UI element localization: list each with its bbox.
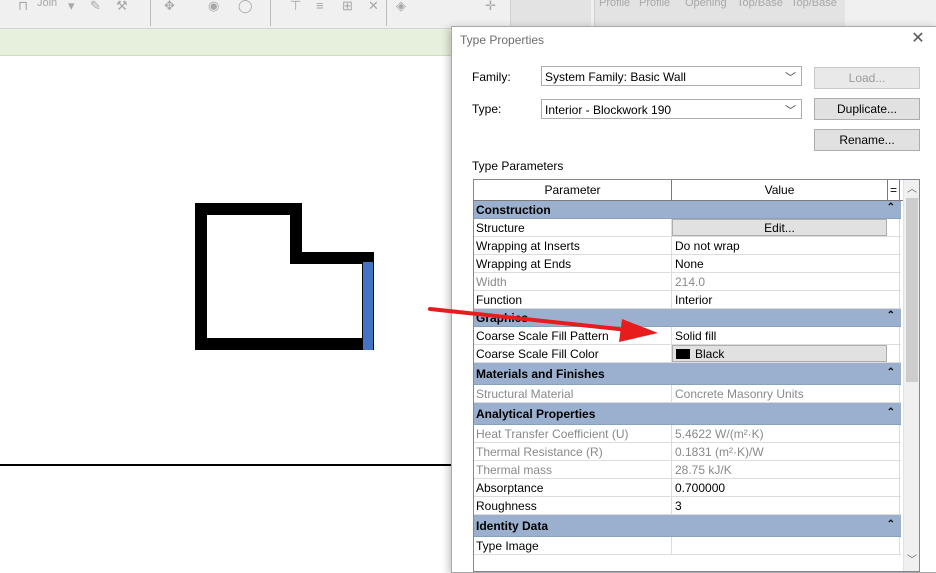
type-parameters-label: Type Parameters (472, 159, 564, 173)
table-row[interactable]: Absorptance 0.700000 (474, 479, 901, 497)
param-name: Heat Transfer Coefficient (U) (476, 427, 629, 441)
group-title: Materials and Finishes (476, 367, 605, 381)
param-name: Width (476, 275, 507, 289)
param-name: Coarse Scale Fill Pattern (476, 329, 609, 343)
type-value: Interior - Blockwork 190 (545, 103, 672, 117)
column-header-formula[interactable]: = (888, 180, 900, 200)
param-name: Wrapping at Inserts (476, 239, 580, 253)
dialog-title: Type Properties (460, 33, 545, 47)
param-name: Thermal Resistance (R) (476, 445, 603, 459)
column-header-parameter[interactable]: Parameter (474, 180, 672, 200)
group-header-identity[interactable]: Identity Data ⌃ (474, 515, 901, 537)
table-row: Thermal Resistance (R) 0.1831 (m²·K)/W (474, 443, 901, 461)
ribbon-panel-modes (510, 0, 591, 26)
duplicate-button[interactable]: Duplicate... (814, 98, 920, 120)
param-value: 5.4622 W/(m²·K) (675, 427, 764, 441)
table-row[interactable]: Roughness 3 (474, 497, 901, 515)
group-header-construction[interactable]: Construction ⌃ (474, 201, 901, 219)
table-row[interactable]: Coarse Scale Fill Pattern Solid fill (474, 327, 901, 345)
grid-scrollbar[interactable]: ︿ ﹀ (903, 180, 919, 571)
param-value[interactable]: Solid fill (675, 329, 716, 343)
profile-button-2[interactable]: Profile (639, 0, 670, 9)
table-row[interactable]: Wrapping at Ends None (474, 255, 901, 273)
scroll-thumb[interactable] (906, 198, 918, 382)
param-name: Structural Material (476, 387, 574, 401)
color-swatch (676, 349, 690, 359)
group-header-graphics[interactable]: Graphics ⌃ (474, 309, 901, 327)
table-row[interactable]: Type Image (474, 537, 901, 555)
fill-color-button[interactable]: Black (672, 345, 887, 362)
collapse-icon[interactable]: ⌃ (887, 310, 895, 321)
top-base-button-1[interactable]: Top/Base (737, 0, 783, 9)
param-value[interactable]: None (675, 257, 704, 271)
collapse-icon[interactable]: ⌃ (887, 407, 895, 418)
color-name: Black (695, 347, 725, 361)
group-header-materials[interactable]: Materials and Finishes ⌃ (474, 363, 901, 385)
column-header-value[interactable]: Value (672, 180, 888, 200)
table-row[interactable]: Function Interior (474, 291, 901, 309)
param-value: 28.75 kJ/K (675, 463, 732, 477)
table-row: Coarse Scale Fill Color Black (474, 345, 901, 363)
selected-wall[interactable] (363, 262, 373, 350)
group-title: Identity Data (476, 519, 549, 533)
table-row: Heat Transfer Coefficient (U) 5.4622 W/(… (474, 425, 901, 443)
param-value: 0.1831 (m²·K)/W (675, 445, 764, 459)
wall-plan-drawing[interactable] (0, 0, 460, 571)
edit-button-label: Edit... (764, 221, 795, 235)
collapse-icon[interactable]: ⌃ (887, 519, 895, 530)
table-row: Structure Edit... (474, 219, 901, 237)
param-name: Absorptance (476, 481, 544, 495)
param-value[interactable]: Interior (675, 293, 712, 307)
top-base-button-2[interactable]: Top/Base (791, 0, 837, 9)
chevron-down-icon: ﹀ (785, 72, 796, 84)
structure-edit-button[interactable]: Edit... (672, 219, 887, 236)
param-name: Wrapping at Ends (476, 257, 572, 271)
type-properties-dialog: Type Properties ✕ Family: System Family:… (451, 26, 936, 573)
family-dropdown[interactable]: System Family: Basic Wall ﹀ (541, 66, 802, 86)
collapse-icon[interactable]: ⌃ (887, 202, 895, 213)
param-value: Concrete Masonry Units (675, 387, 804, 401)
param-name: Thermal mass (476, 463, 553, 477)
grid-rows: Construction ⌃ Structure Edit... Wrappin… (474, 201, 901, 555)
group-header-analytical[interactable]: Analytical Properties ⌃ (474, 403, 901, 425)
group-title: Construction (476, 203, 551, 217)
table-row: Thermal mass 28.75 kJ/K (474, 461, 901, 479)
group-title: Analytical Properties (476, 407, 596, 421)
param-name: Coarse Scale Fill Color (476, 347, 599, 361)
table-row: Structural Material Concrete Masonry Uni… (474, 385, 901, 403)
rename-button[interactable]: Rename... (814, 129, 920, 151)
collapse-icon[interactable]: ⌃ (887, 367, 895, 378)
param-name: Type Image (476, 539, 539, 553)
table-row[interactable]: Wrapping at Inserts Do not wrap (474, 237, 901, 255)
profile-button-1[interactable]: Profile (599, 0, 630, 9)
family-label: Family: (472, 70, 511, 84)
wall-outline[interactable] (195, 203, 374, 350)
opening-button[interactable]: Opening (685, 0, 727, 9)
table-row: Width 214.0 (474, 273, 901, 291)
type-label: Type: (472, 102, 502, 116)
load-button[interactable]: Load... (814, 67, 920, 89)
family-value: System Family: Basic Wall (545, 70, 686, 84)
type-parameters-grid: Parameter Value = Construction ⌃ Structu… (473, 179, 920, 572)
param-value[interactable]: 0.700000 (675, 481, 725, 495)
chevron-down-icon: ﹀ (785, 105, 796, 117)
ribbon-panel-profile: Profile Profile Opening Top/Base Top/Bas… (594, 0, 845, 26)
param-name: Function (476, 293, 523, 307)
param-name: Structure (476, 221, 525, 235)
param-value: 214.0 (675, 275, 706, 289)
param-name: Roughness (476, 499, 537, 513)
param-value[interactable]: Do not wrap (675, 239, 740, 253)
group-title: Graphics (476, 311, 529, 325)
scroll-up-icon[interactable]: ︿ (904, 182, 919, 198)
pin-icon[interactable]: ✛ (485, 0, 499, 12)
grid-header: Parameter Value = (474, 180, 904, 201)
param-value[interactable]: 3 (675, 499, 682, 513)
scroll-down-icon[interactable]: ﹀ (904, 553, 919, 569)
close-icon[interactable]: ✕ (908, 29, 928, 49)
type-dropdown[interactable]: Interior - Blockwork 190 ﹀ (541, 99, 802, 119)
